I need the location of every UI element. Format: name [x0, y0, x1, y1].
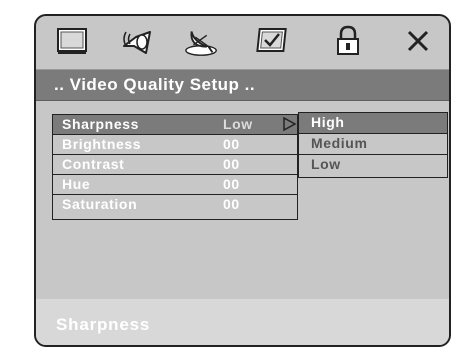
- option-label: Medium: [311, 135, 368, 151]
- video-satellite-dish-icon[interactable]: [184, 25, 220, 57]
- submenu-pointer-arrow-icon: [283, 117, 297, 131]
- option-low[interactable]: Low: [299, 155, 447, 176]
- sharpness-options-list: High Medium Low: [298, 112, 448, 178]
- option-label: Low: [311, 156, 341, 172]
- setting-value: 00: [223, 136, 240, 152]
- password-lock-icon[interactable]: [330, 25, 366, 57]
- setting-label: Contrast: [62, 156, 125, 172]
- setting-label: Sharpness: [62, 116, 139, 132]
- setting-row-saturation[interactable]: Saturation 00: [53, 195, 297, 215]
- setting-value: 00: [223, 176, 240, 192]
- option-medium[interactable]: Medium: [299, 134, 447, 155]
- video-settings-list: Sharpness Low Brightness 00 Contrast 00 …: [52, 114, 298, 220]
- setting-row-contrast[interactable]: Contrast 00: [53, 155, 297, 175]
- setting-row-sharpness[interactable]: Sharpness Low: [53, 115, 297, 135]
- setup-toolbar: [36, 16, 449, 68]
- setting-value: Low: [223, 116, 253, 132]
- page-title: .. Video Quality Setup ..: [54, 75, 256, 94]
- status-text: Sharpness: [56, 315, 151, 334]
- setting-label: Brightness: [62, 136, 142, 152]
- system-setup-icon[interactable]: [54, 25, 90, 57]
- exit-close-icon[interactable]: [400, 25, 436, 57]
- setting-row-brightness[interactable]: Brightness 00: [53, 135, 297, 155]
- audio-speaker-icon[interactable]: [120, 25, 156, 57]
- option-high[interactable]: High: [299, 113, 447, 134]
- setting-value: 00: [223, 196, 240, 212]
- setting-label: Hue: [62, 176, 91, 192]
- setting-value: 00: [223, 156, 240, 172]
- option-label: High: [311, 114, 345, 130]
- preferences-checkbox-icon[interactable]: [254, 25, 290, 57]
- status-bar: Sharpness: [36, 299, 449, 345]
- setting-label: Saturation: [62, 196, 138, 212]
- osd-setup-panel: .. Video Quality Setup .. Sharpness Low …: [34, 14, 451, 347]
- page-title-bar: .. Video Quality Setup ..: [36, 69, 449, 101]
- setting-row-hue[interactable]: Hue 00: [53, 175, 297, 195]
